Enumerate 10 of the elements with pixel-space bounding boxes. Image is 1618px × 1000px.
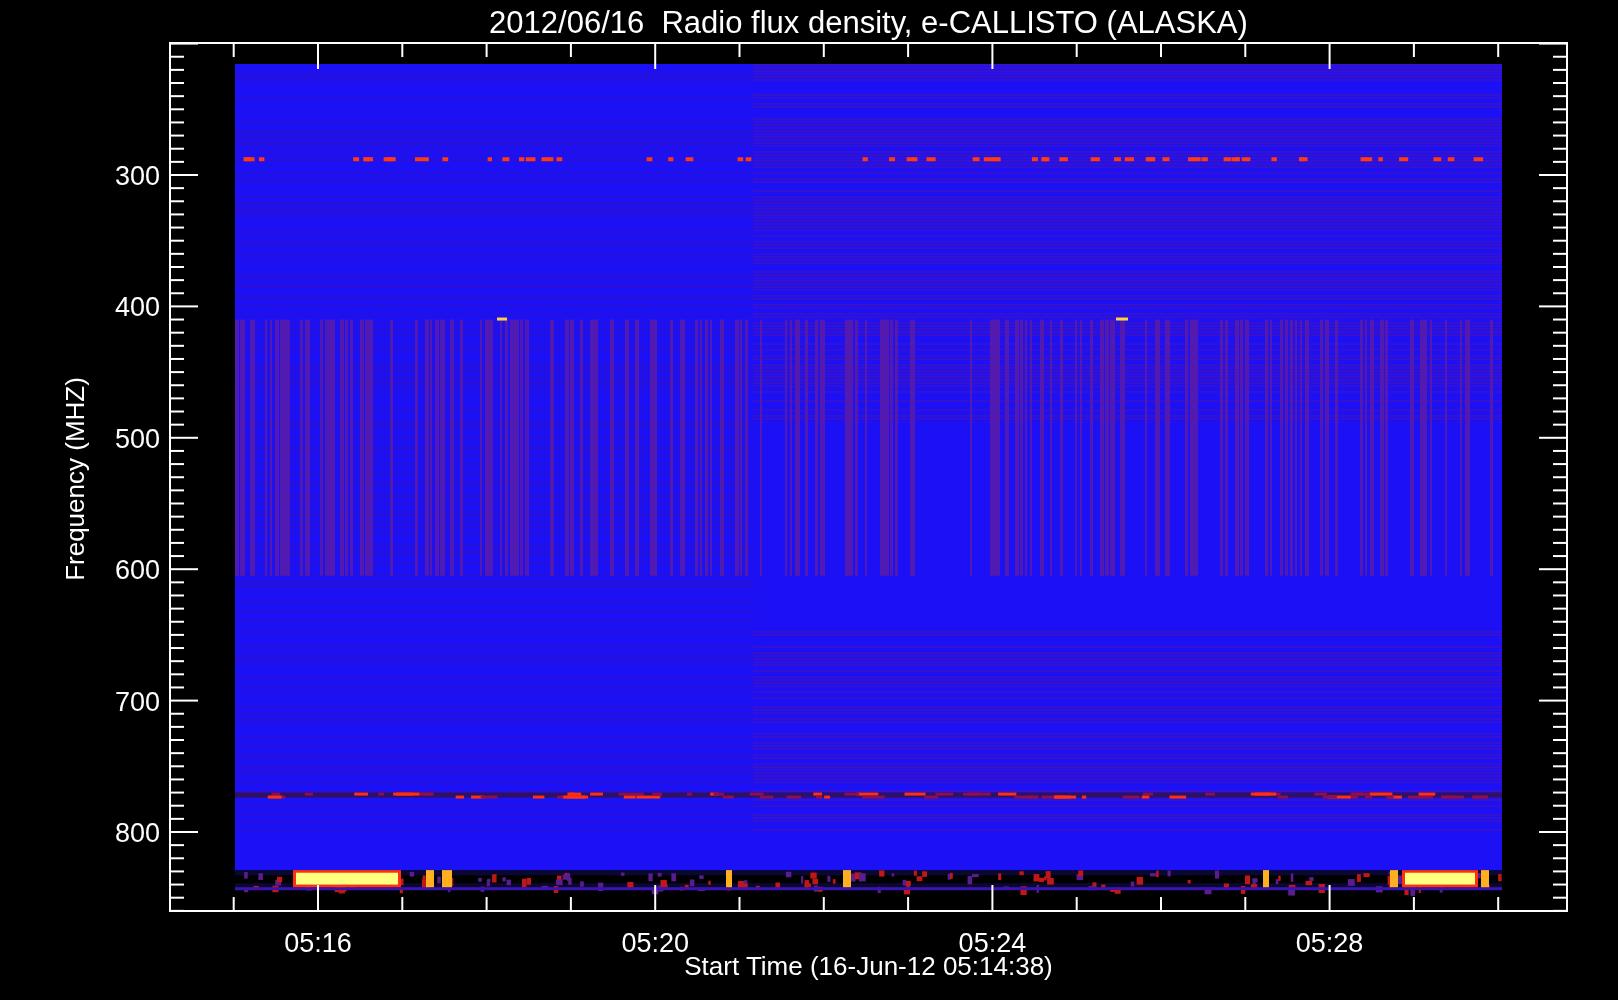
y-tick-label: 400	[114, 292, 160, 323]
x-tick-label: 05:28	[1295, 928, 1364, 958]
x-tick-label: 05:16	[284, 928, 352, 958]
y-tick-label: 500	[114, 423, 160, 454]
y-tick-label: 700	[114, 686, 160, 717]
chart-title: 2012/06/16 Radio flux density, e-CALLISTO (ALASKA)	[489, 5, 1248, 40]
y-tick-label: 600	[114, 555, 160, 586]
y-tick-label: 300	[114, 161, 160, 191]
y-tick-label: 800	[114, 818, 160, 848]
y-axis-label: Frequency (MHZ)	[60, 377, 90, 581]
